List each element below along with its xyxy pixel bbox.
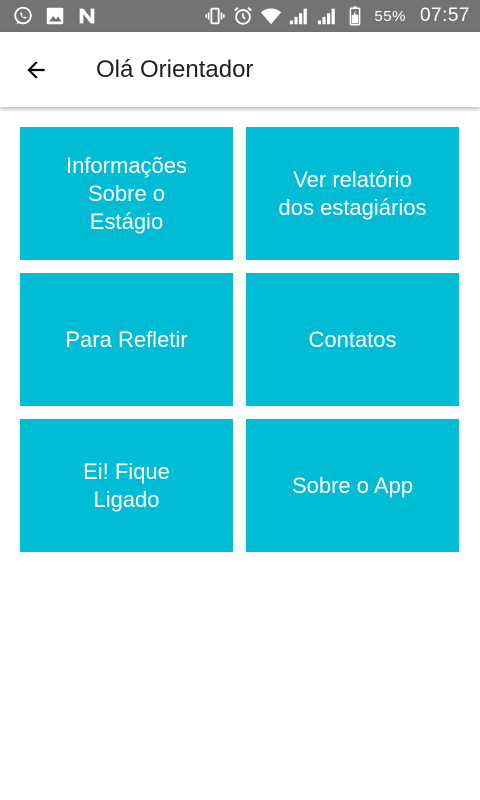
app-bar: Olá Orientador xyxy=(0,32,480,107)
n-notification-icon xyxy=(79,8,95,24)
tile-contatos[interactable]: Contatos xyxy=(246,273,459,406)
tile-label: Ei! Fique Ligado xyxy=(83,458,170,512)
back-button[interactable] xyxy=(20,54,52,86)
tile-fique-ligado[interactable]: Ei! Fique Ligado xyxy=(20,419,233,552)
status-time: 07:57 xyxy=(419,5,470,26)
tile-informacoes-estagio[interactable]: Informações Sobre o Estágio xyxy=(20,127,233,260)
signal-icon xyxy=(318,8,336,25)
status-bar: 55% 07:57 xyxy=(0,0,480,32)
tile-label: Para Refletir xyxy=(65,326,188,352)
alarm-icon xyxy=(234,7,253,25)
wifi-icon xyxy=(261,8,282,25)
tile-sobre-app[interactable]: Sobre o App xyxy=(246,419,459,552)
status-right-icons: 55% 07:57 xyxy=(204,4,470,28)
signal-icon xyxy=(290,8,308,25)
tile-label: Informações Sobre o Estágio xyxy=(65,152,188,234)
menu-grid: Informações Sobre o Estágio Ver relatóri… xyxy=(20,127,459,552)
tile-label: Sobre o App xyxy=(291,472,414,498)
tile-label: Contatos xyxy=(308,326,397,352)
tile-label: Ver relatório dos estagiários xyxy=(278,166,427,220)
tile-para-refletir[interactable]: Para Refletir xyxy=(20,273,233,406)
status-left-icons xyxy=(12,4,98,28)
battery-icon xyxy=(350,6,361,26)
battery-percent: 55% xyxy=(374,7,406,25)
gallery-icon xyxy=(46,7,64,25)
arrow-back-icon xyxy=(27,61,45,79)
vibrate-icon xyxy=(205,7,225,25)
whatsapp-icon xyxy=(14,6,32,25)
page-title: Olá Orientador xyxy=(96,56,254,83)
tile-ver-relatorio[interactable]: Ver relatório dos estagiários xyxy=(246,127,459,260)
